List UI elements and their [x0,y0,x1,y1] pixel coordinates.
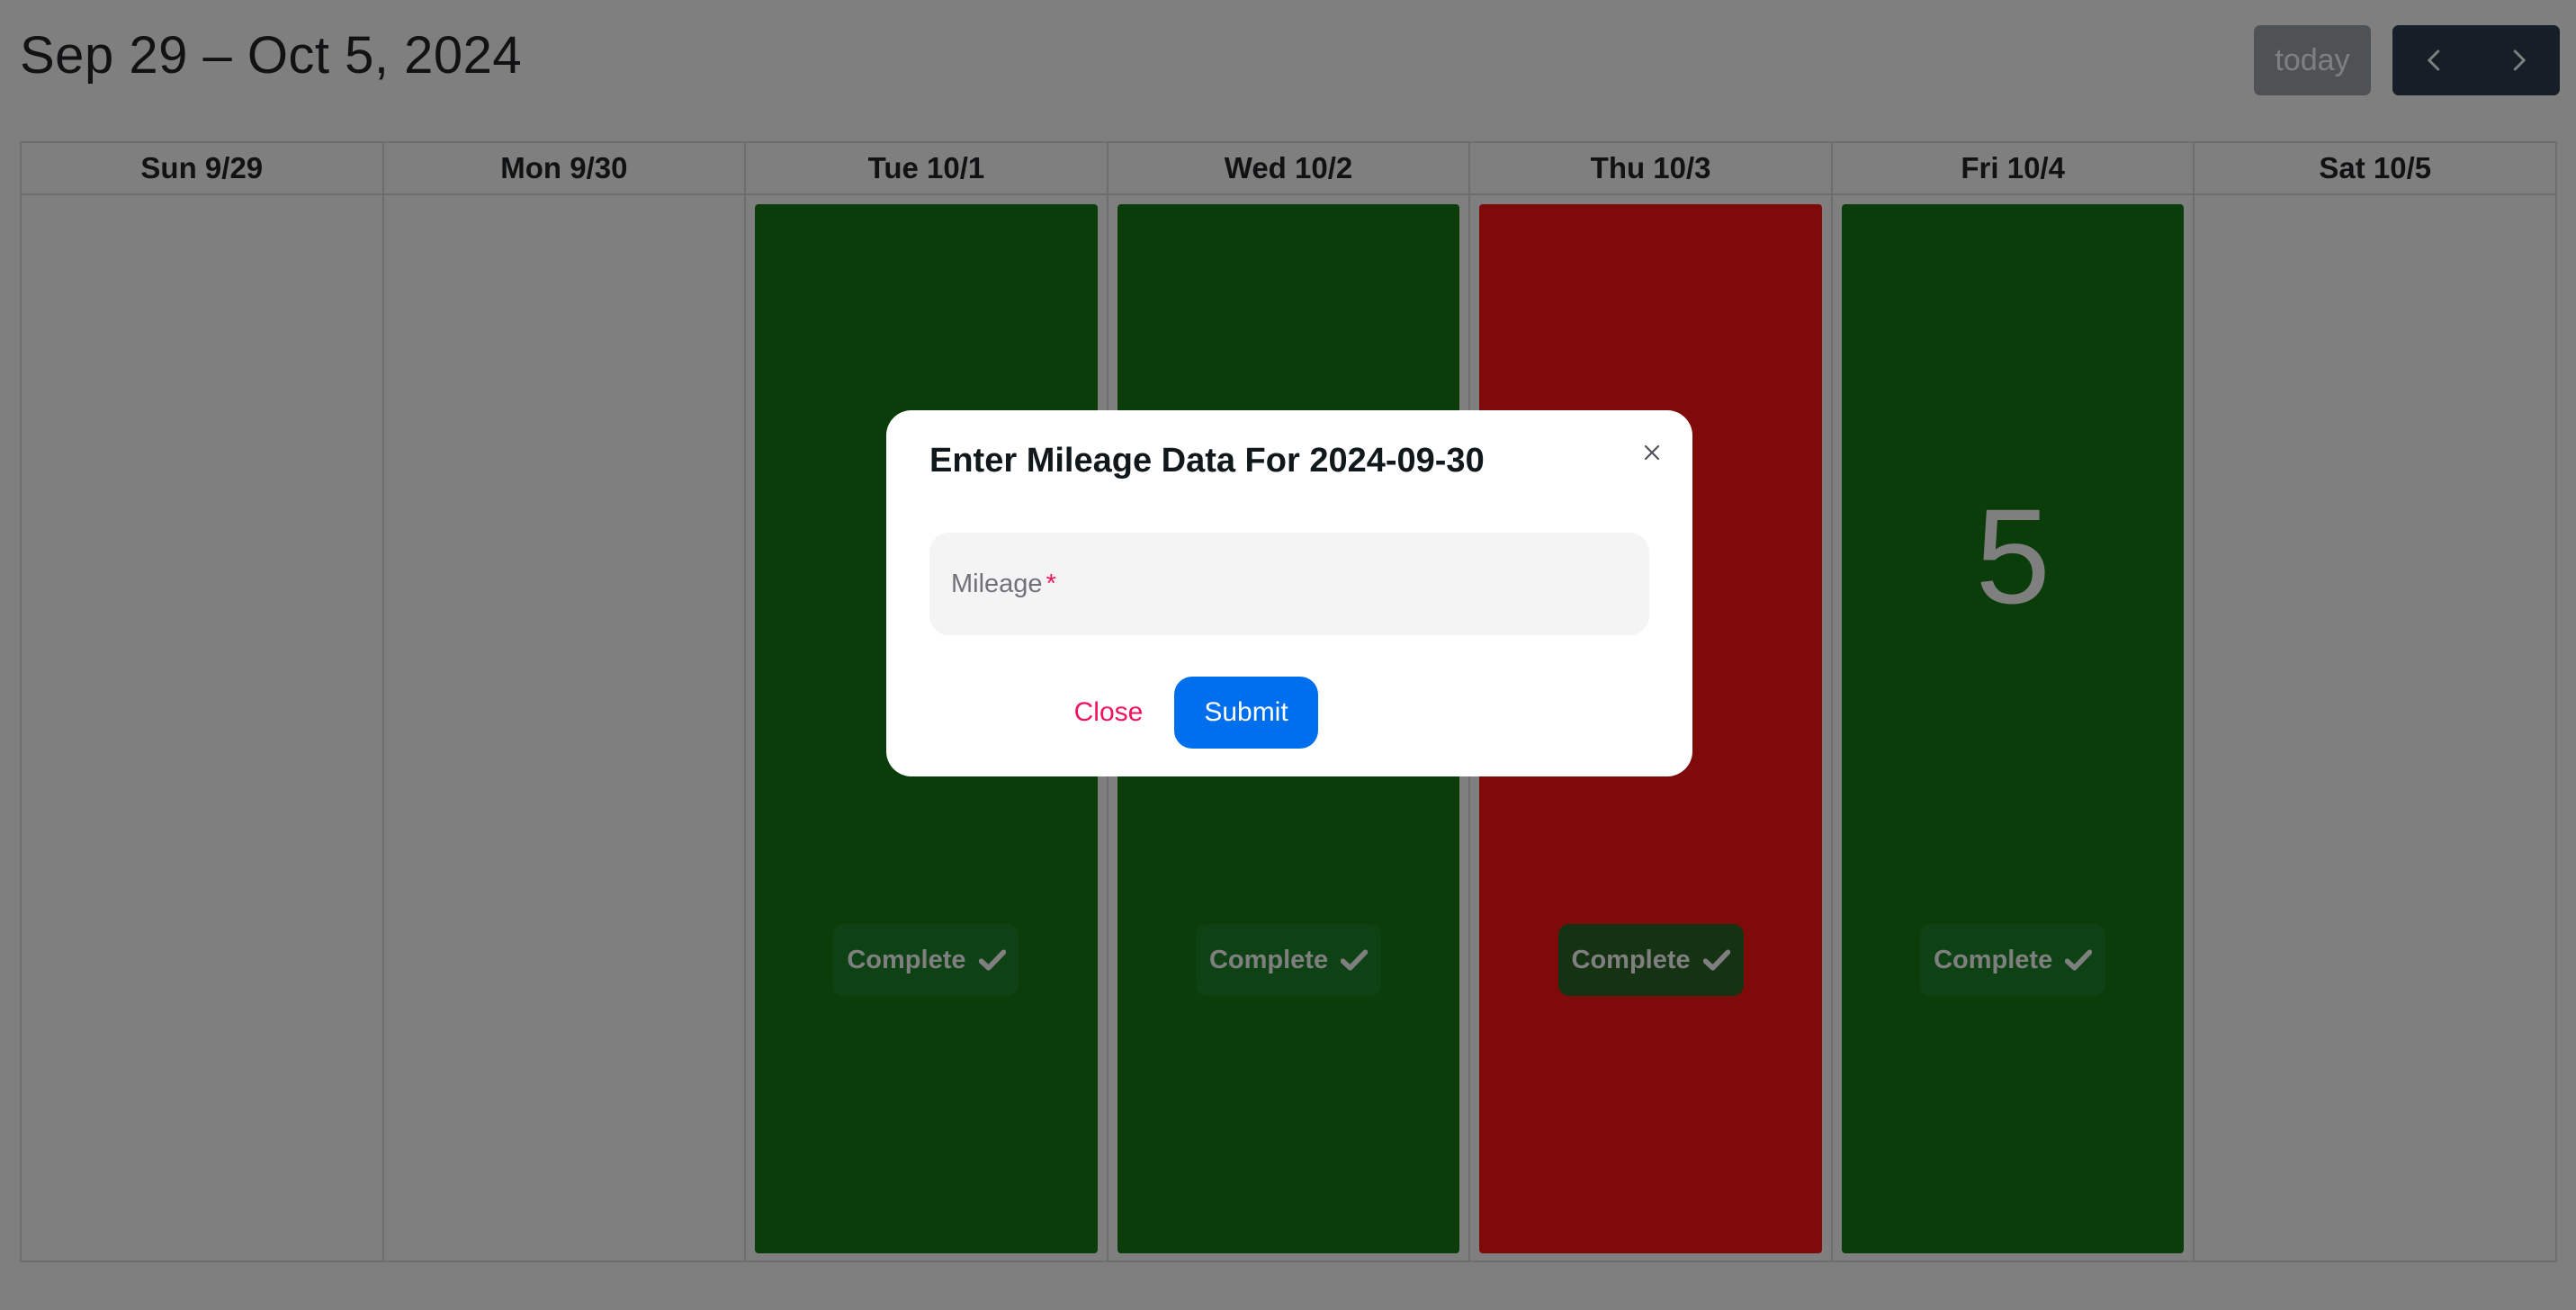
close-button[interactable]: Close [1038,677,1179,749]
modal-close-x-button[interactable] [1635,435,1669,470]
close-icon [1644,444,1660,461]
calendar-page: Sep 29 – Oct 5, 2024 today Sun 9/29 Mon … [0,0,2576,1310]
submit-button[interactable]: Submit [1174,677,1318,749]
mileage-field[interactable]: Mileage * [929,533,1649,635]
mileage-modal: Enter Mileage Data For 2024-09-30 Mileag… [886,410,1692,776]
mileage-input[interactable] [929,533,1649,635]
modal-title: Enter Mileage Data For 2024-09-30 [929,442,1485,480]
